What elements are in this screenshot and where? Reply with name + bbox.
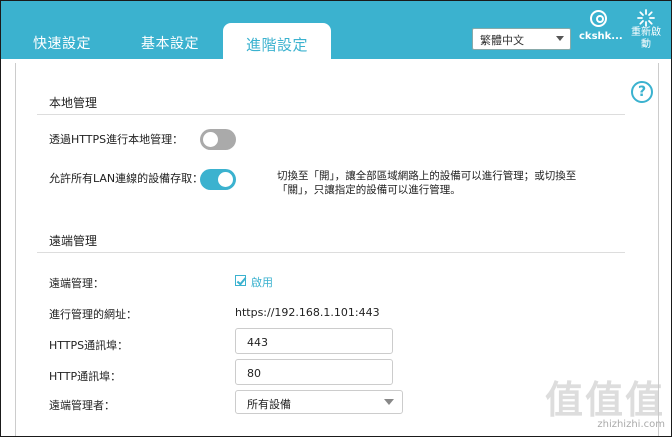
tab-basic[interactable]: 基本設定 bbox=[141, 33, 199, 53]
user-icon[interactable] bbox=[590, 10, 607, 27]
http-port-label: HTTP通訊埠： bbox=[49, 370, 122, 383]
lan-access-toggle[interactable] bbox=[200, 169, 236, 190]
reboot-label[interactable]: 重新啟動 bbox=[629, 27, 663, 51]
remote-manager-label: 遠端管理者： bbox=[49, 399, 115, 412]
watermark-logo: 值值值 bbox=[544, 378, 665, 422]
remote-management-label: 遠端管理： bbox=[49, 277, 104, 290]
watermark: 值值值 zhizhizhi.com bbox=[545, 381, 665, 430]
router-admin-window: 快速設定 基本設定 進階設定 繁體中文 ckshk... 重新啟動 ? 本地管理 bbox=[0, 0, 672, 437]
divider bbox=[37, 252, 625, 253]
manage-url-value: https://192.168.1.101:443 bbox=[235, 306, 380, 319]
top-navigation-bar: 快速設定 基本設定 進階設定 繁體中文 ckshk... 重新啟動 bbox=[1, 1, 671, 60]
help-icon[interactable]: ? bbox=[631, 81, 653, 103]
language-select[interactable]: 繁體中文 bbox=[472, 28, 571, 50]
lan-access-label: 允許所有LAN連線的設備存取： bbox=[49, 172, 204, 185]
remote-manager-value: 所有設備 bbox=[247, 398, 291, 411]
manage-url-label: 進行管理的網址： bbox=[49, 308, 137, 321]
https-port-input[interactable]: 443 bbox=[235, 328, 393, 354]
chevron-down-icon bbox=[384, 399, 394, 405]
lan-access-note: 切換至「開」，讓全部區域網路上的設備可以進行管理；或切換至「關」，只讓指定的設備… bbox=[277, 170, 577, 196]
https-local-label: 透過HTTPS進行本地管理： bbox=[49, 133, 184, 146]
toggle-knob bbox=[218, 172, 233, 187]
toggle-knob bbox=[203, 132, 218, 147]
user-label[interactable]: ckshk... bbox=[579, 31, 623, 42]
tab-quick-setup[interactable]: 快速設定 bbox=[33, 33, 91, 53]
http-port-input[interactable]: 80 bbox=[235, 359, 393, 385]
chevron-down-icon bbox=[556, 36, 564, 41]
https-local-toggle[interactable] bbox=[200, 129, 236, 150]
https-port-label: HTTPS通訊埠： bbox=[49, 339, 129, 352]
reboot-icon[interactable] bbox=[637, 9, 655, 27]
language-select-value: 繁體中文 bbox=[480, 34, 524, 47]
divider bbox=[37, 114, 625, 115]
remote-enable-checkbox[interactable] bbox=[235, 275, 246, 286]
remote-manager-select[interactable]: 所有設備 bbox=[235, 390, 403, 414]
local-management-title: 本地管理 bbox=[49, 96, 98, 110]
tab-advanced[interactable]: 進階設定 bbox=[223, 23, 331, 60]
remote-enable-label[interactable]: 啟用 bbox=[251, 274, 273, 290]
remote-management-title: 遠端管理 bbox=[49, 234, 98, 248]
